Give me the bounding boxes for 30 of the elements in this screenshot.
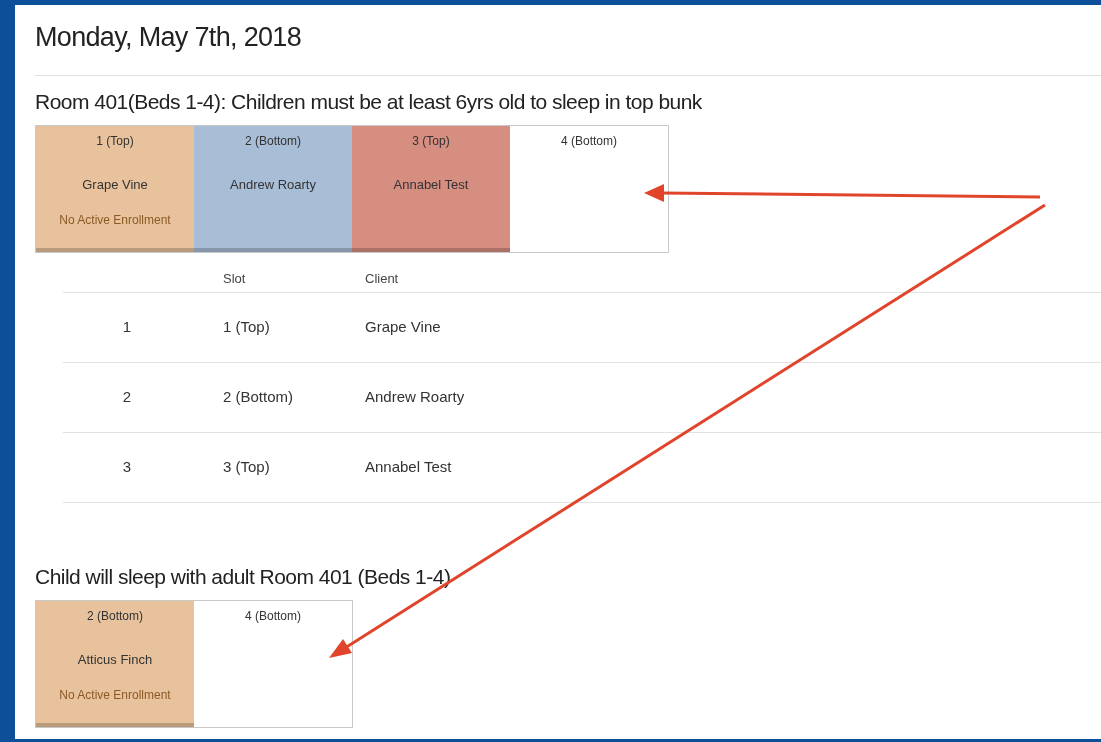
bed-label: 4 (Bottom) [561, 133, 617, 149]
column-header: Client [365, 270, 399, 286]
bed-card[interactable]: 1 (Top) Grape Vine No Active Enrollment [36, 126, 194, 252]
enrollment-note: No Active Enrollment [59, 687, 171, 703]
table-cell: 2 [122, 388, 132, 406]
table-cell: 1 (Top) [223, 318, 270, 336]
table-cell: 2 (Bottom) [223, 388, 294, 406]
section-title: Child will sleep with adult Room 401 (Beds 1-4) [35, 564, 452, 590]
bed-label: 2 (Bottom) [87, 608, 143, 624]
section-title: Room 401(Beds 1-4): Children must be at least 6yrs old to sleep in top bunk [35, 89, 703, 115]
bed-label: 3 (Top) [412, 133, 450, 149]
client-name: Annabel Test [393, 176, 469, 194]
table-cell: Andrew Roarty [365, 388, 465, 406]
client-name: Andrew Roarty [230, 176, 316, 194]
page-title: Monday, May 7th, 2018 [35, 21, 302, 54]
table-cell: Annabel Test [365, 458, 452, 476]
table-cell: 3 (Top) [223, 458, 270, 476]
bed-card[interactable]: 3 (Top) Annabel Test [352, 126, 510, 252]
client-name: Grape Vine [82, 176, 148, 194]
client-name: Atticus Finch [77, 651, 153, 669]
table-cell: Grape Vine [365, 318, 441, 336]
table-cell: 3 [122, 458, 132, 476]
bed-card[interactable]: 2 (Bottom) Atticus Finch No Active Enrollment [36, 601, 194, 727]
bed-card[interactable]: 2 (Bottom) Andrew Roarty [194, 126, 352, 252]
enrollment-note: No Active Enrollment [59, 212, 171, 228]
bed-label: 2 (Bottom) [245, 133, 301, 149]
bed-label: 4 (Bottom) [245, 608, 301, 624]
bed-label: 1 (Top) [96, 133, 134, 149]
column-header: Slot [223, 270, 246, 286]
table-cell: 1 [122, 318, 132, 336]
